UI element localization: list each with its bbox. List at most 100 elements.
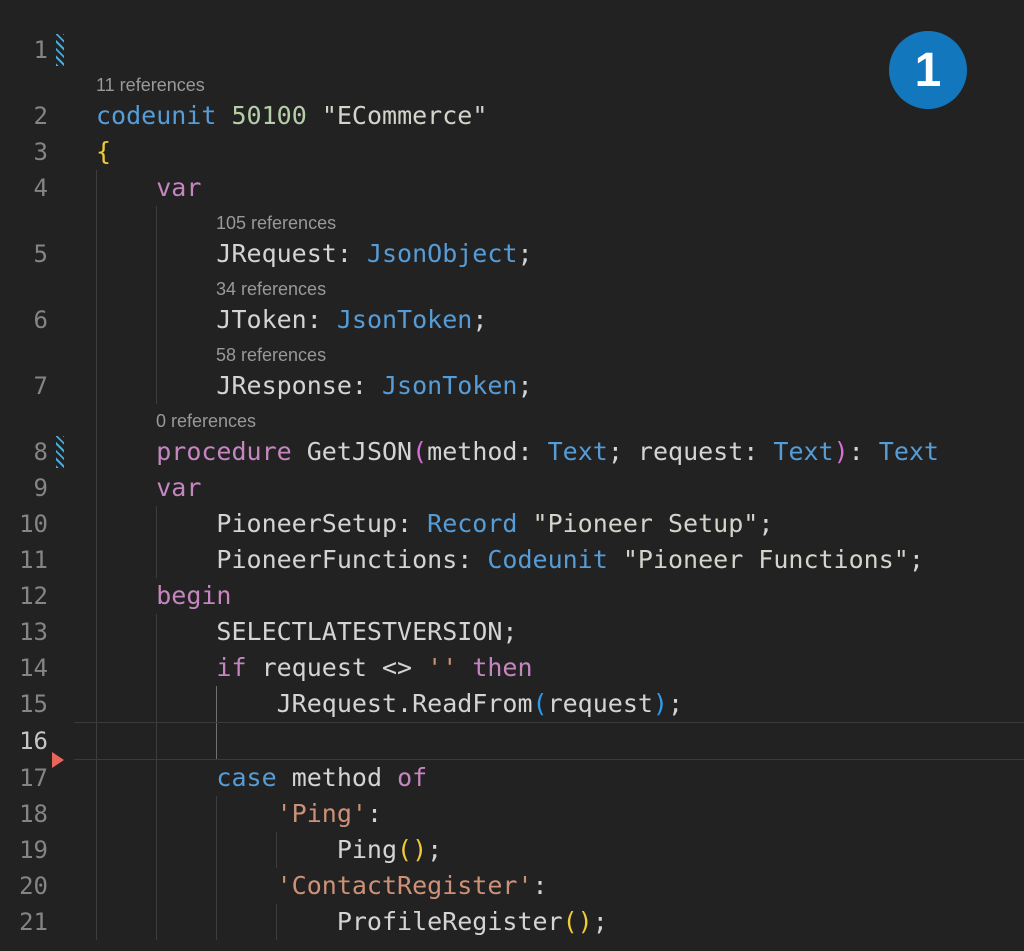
code-line-content[interactable]: [74, 722, 1024, 760]
line-number[interactable]: 2: [0, 98, 56, 134]
codelens-references-link[interactable]: 34 references: [96, 274, 326, 304]
line-number[interactable]: 16: [0, 722, 56, 760]
indent-guide: [156, 542, 157, 578]
line-number[interactable]: 18: [0, 796, 56, 832]
indent-guide: [96, 578, 97, 614]
code-line-content[interactable]: JToken: JsonToken;: [74, 302, 1024, 338]
code-token: var: [156, 473, 201, 502]
code-line-content[interactable]: codeunit 50100 "ECommerce": [74, 98, 1024, 134]
indent-guide: [96, 404, 97, 434]
line-number[interactable]: 20: [0, 868, 56, 904]
code-line-content[interactable]: 'ContactRegister':: [74, 868, 1024, 904]
line-number[interactable]: 3: [0, 134, 56, 170]
code-token: procedure: [156, 437, 291, 466]
gutter-decoration-column: [56, 368, 74, 404]
codelens-content: 0 references: [74, 404, 1024, 434]
line-number[interactable]: 21: [0, 904, 56, 940]
code-line-content[interactable]: [74, 32, 1024, 68]
code-token: then: [472, 653, 532, 682]
indent-guide: [96, 542, 97, 578]
line-number[interactable]: 4: [0, 170, 56, 206]
gutter-decoration-column: [56, 506, 74, 542]
code-token: if: [216, 653, 246, 682]
code-line-content[interactable]: case method of: [74, 760, 1024, 796]
line-number[interactable]: 9: [0, 470, 56, 506]
indent-guide: [96, 272, 97, 302]
indent-guide: [96, 302, 97, 338]
code-token: [307, 101, 322, 130]
code-line-content[interactable]: SELECTLATESTVERSION;: [74, 614, 1024, 650]
line-number[interactable]: 1: [0, 32, 56, 68]
code-token: PioneerSetup: [216, 509, 397, 538]
code-editor[interactable]: 1 1 11 references 2 codeunit 50100 "ECommer…: [0, 0, 1024, 951]
code-line-content[interactable]: 'Ping':: [74, 796, 1024, 832]
line-number[interactable]: 17: [0, 760, 56, 796]
line-number[interactable]: 11: [0, 542, 56, 578]
code-line-content[interactable]: JResponse: JsonToken;: [74, 368, 1024, 404]
codelens-content: 58 references: [74, 338, 1024, 368]
codelens-references-link[interactable]: 11 references: [96, 70, 205, 100]
line-number[interactable]: 19: [0, 832, 56, 868]
code-token: JRequest: [216, 239, 336, 268]
code-token: begin: [156, 581, 231, 610]
code-line-content[interactable]: PioneerFunctions: Codeunit "Pioneer Func…: [74, 542, 1024, 578]
code-line-content[interactable]: ProfileRegister();: [74, 904, 1024, 940]
code-token: codeunit: [96, 101, 216, 130]
gutter-decoration-column: [56, 796, 74, 832]
indent-guide: [156, 760, 157, 796]
code-token: ;: [517, 239, 532, 268]
gutter-decoration-column: [56, 904, 74, 940]
code-token: of: [397, 763, 427, 792]
line-number[interactable]: 5: [0, 236, 56, 272]
code-line-content[interactable]: procedure GetJSON(method: Text; request:…: [74, 434, 1024, 470]
line-number[interactable]: 10: [0, 506, 56, 542]
line-number[interactable]: 12: [0, 578, 56, 614]
codelens-content: 105 references: [74, 206, 1024, 236]
code-token: :: [307, 305, 337, 334]
code-token: Codeunit: [487, 545, 607, 574]
indent-guide: [156, 796, 157, 832]
indent-guide: [216, 904, 217, 940]
line-number[interactable]: 13: [0, 614, 56, 650]
code-token: 'ContactRegister': [277, 871, 533, 900]
codelens-row: 58 references: [0, 338, 1024, 368]
code-line-content[interactable]: begin: [74, 578, 1024, 614]
code-token: (: [412, 437, 427, 466]
code-line: 8 procedure GetJSON(method: Text; reques…: [0, 434, 1024, 470]
code-token: PioneerFunctions: [216, 545, 457, 574]
code-line-content[interactable]: Ping();: [74, 832, 1024, 868]
line-number[interactable]: 6: [0, 302, 56, 338]
code-lines-container: 1 11 references 2 codeunit 50100 "ECommerce…: [0, 32, 1024, 940]
codelens-references-link[interactable]: 0 references: [96, 406, 256, 436]
indent-guide: [96, 723, 97, 759]
code-line-content[interactable]: PioneerSetup: Record "Pioneer Setup";: [74, 506, 1024, 542]
codelens-gutter-spacer: [0, 68, 56, 98]
gutter-decoration-column: [56, 236, 74, 272]
line-number[interactable]: 7: [0, 368, 56, 404]
code-line-content[interactable]: {: [74, 134, 1024, 170]
code-line-content[interactable]: JRequest: JsonObject;: [74, 236, 1024, 272]
indent-guide: [96, 760, 97, 796]
code-line: 4 var: [0, 170, 1024, 206]
line-number[interactable]: 14: [0, 650, 56, 686]
codelens-references-link[interactable]: 105 references: [96, 208, 336, 238]
code-token: :: [457, 545, 487, 574]
code-line-content[interactable]: var: [74, 470, 1024, 506]
code-token: [96, 437, 156, 466]
gutter-decoration-column: [56, 98, 74, 134]
indent-guide: [156, 206, 157, 236]
codelens-gutter-spacer: [0, 404, 56, 434]
line-number[interactable]: 8: [0, 434, 56, 470]
code-line: 2 codeunit 50100 "ECommerce": [0, 98, 1024, 134]
codelens-gutter-spacer: [0, 338, 56, 368]
code-line: 5 JRequest: JsonObject;: [0, 236, 1024, 272]
line-number[interactable]: 15: [0, 686, 56, 722]
indent-guide: [156, 506, 157, 542]
code-line-content[interactable]: if request <> '' then: [74, 650, 1024, 686]
codelens-references-link[interactable]: 58 references: [96, 340, 326, 370]
code-line: 13 SELECTLATESTVERSION;: [0, 614, 1024, 650]
code-token: :: [337, 239, 367, 268]
code-line-content[interactable]: JRequest.ReadFrom(request);: [74, 686, 1024, 722]
code-line-content[interactable]: var: [74, 170, 1024, 206]
code-token: Ping: [337, 835, 397, 864]
